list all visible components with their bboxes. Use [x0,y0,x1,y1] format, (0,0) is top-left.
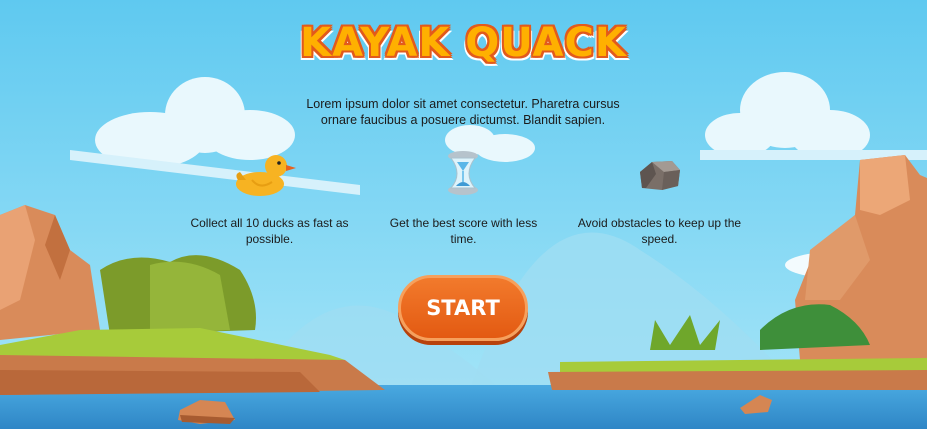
tip-best-score: Get the best score with less time. [389,216,538,246]
start-button[interactable]: START [398,275,528,341]
tip-collect-ducks: Collect all 10 ducks as fast as possible… [190,216,349,246]
game-title: KAYAK QUACK [300,20,627,66]
duck-icon [232,150,298,198]
game-start-screen: KAYAK QUACK Lorem ipsum dolor sit amet c… [0,0,927,429]
tip-avoid-obstacles: Avoid obstacles to keep up the speed. [577,216,742,246]
game-description: Lorem ipsum dolor sit amet consectetur. … [306,97,620,127]
rock-icon [638,158,682,192]
hourglass-icon [446,150,480,196]
